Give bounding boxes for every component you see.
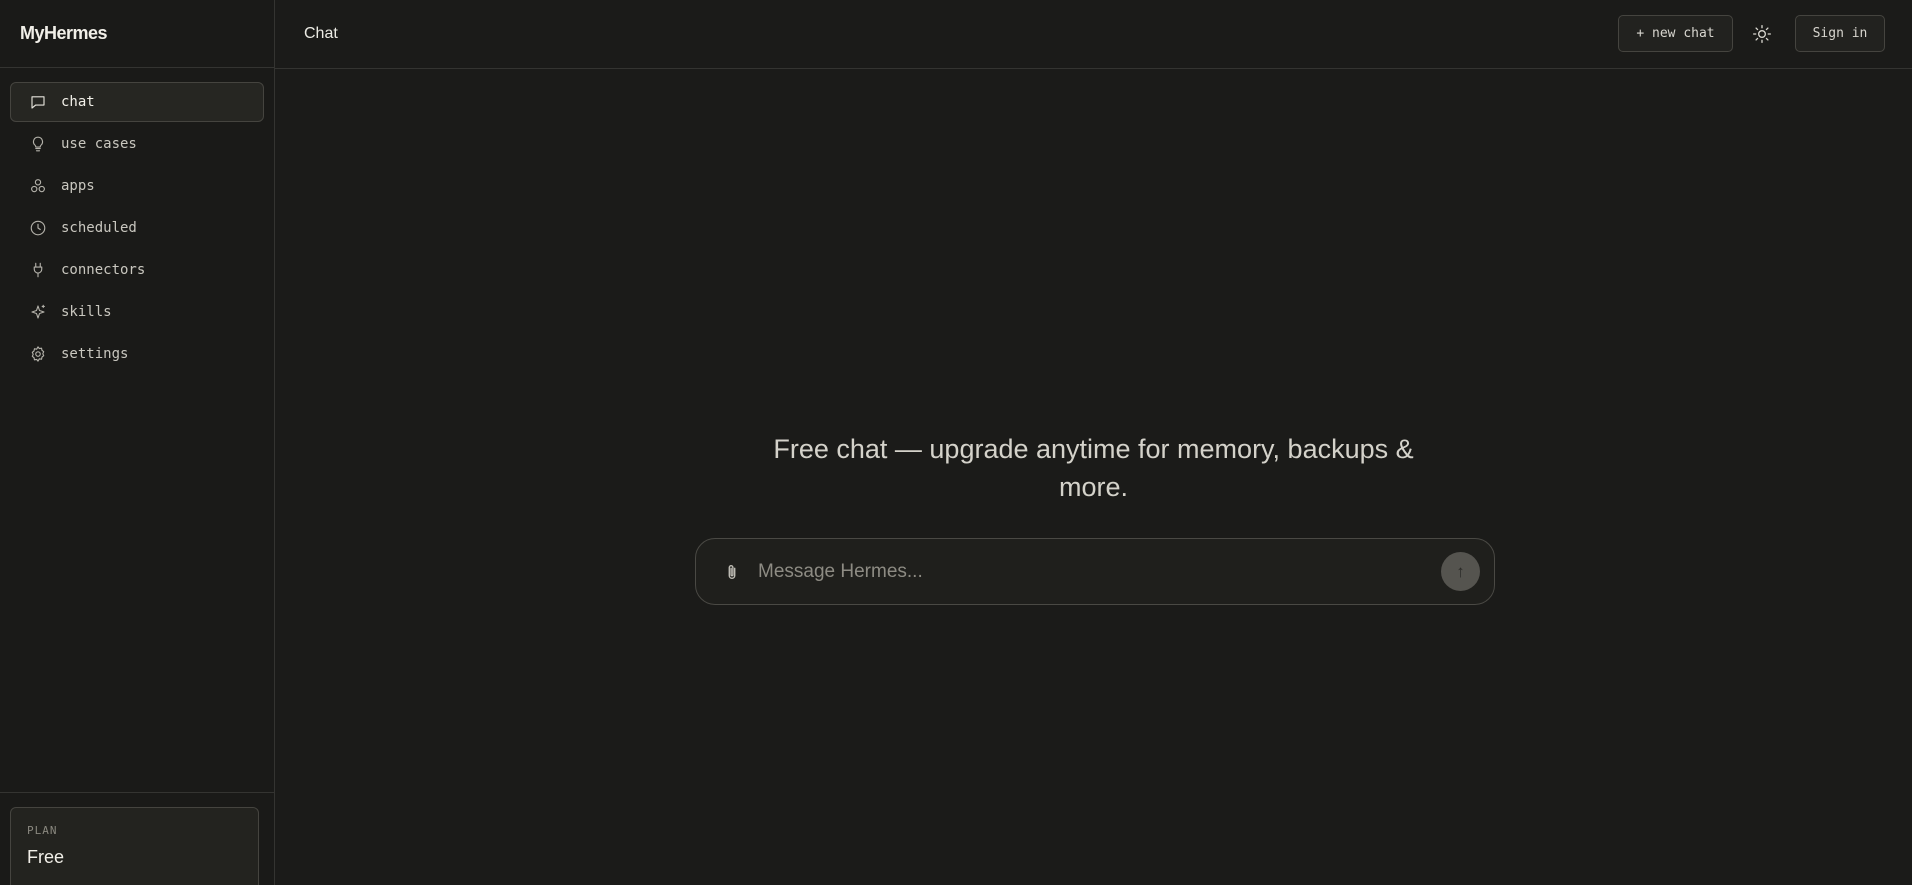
arrow-up-icon: ↑	[1456, 561, 1465, 581]
lightbulb-icon	[28, 134, 48, 154]
sidebar-nav: chat use cases apps scheduled connectors…	[0, 68, 274, 374]
top-actions: + new chat Sign in	[1618, 15, 1885, 52]
sign-in-button[interactable]: Sign in	[1795, 15, 1885, 52]
sidebar-item-settings[interactable]: settings	[10, 334, 264, 374]
sidebar-item-label: settings	[61, 346, 129, 362]
main-panel: Chat + new chat Sign in Free chat — upgr…	[275, 0, 1912, 885]
send-button[interactable]: ↑	[1441, 552, 1480, 591]
sidebar-item-scheduled[interactable]: scheduled	[10, 208, 264, 248]
new-chat-button[interactable]: + new chat	[1618, 15, 1733, 52]
sidebar-item-use-cases[interactable]: use cases	[10, 124, 264, 164]
hero: Free chat — upgrade anytime for memory, …	[275, 430, 1912, 506]
sidebar-item-skills[interactable]: skills	[10, 292, 264, 332]
hero-text: Free chat — upgrade anytime for memory, …	[773, 434, 1414, 502]
sparkle-icon	[28, 302, 48, 322]
app-root: MyHermes chat use cases apps scheduled c…	[0, 0, 1912, 885]
plug-icon	[28, 260, 48, 280]
sidebar-item-label: skills	[61, 304, 112, 320]
gear-icon	[28, 344, 48, 364]
sidebar-item-label: use cases	[61, 136, 137, 152]
brand-logo[interactable]: MyHermes	[0, 0, 274, 68]
sidebar-item-label: chat	[61, 94, 95, 110]
paperclip-icon[interactable]	[720, 560, 744, 584]
sidebar-item-chat[interactable]: chat	[10, 82, 264, 122]
plan-value: Free	[27, 847, 65, 867]
sidebar-item-label: scheduled	[61, 220, 137, 236]
page-title: Chat	[304, 25, 338, 42]
message-input[interactable]	[758, 551, 1441, 592]
plan-card[interactable]: PLAN Free	[10, 807, 259, 885]
message-square-icon	[28, 92, 48, 112]
clock-icon	[28, 218, 48, 238]
grid-circles-icon	[28, 176, 48, 196]
sidebar-footer: PLAN Free	[0, 792, 274, 885]
sidebar-item-connectors[interactable]: connectors	[10, 250, 264, 290]
plan-label: PLAN	[27, 824, 58, 837]
sidebar-item-apps[interactable]: apps	[10, 166, 264, 206]
sidebar-item-label: connectors	[61, 262, 146, 278]
top-bar: Chat + new chat Sign in	[275, 0, 1912, 69]
sidebar-item-label: apps	[61, 178, 95, 194]
sidebar: MyHermes chat use cases apps scheduled c…	[0, 0, 275, 885]
message-composer: ↑	[695, 538, 1495, 605]
sun-icon[interactable]	[1749, 21, 1775, 47]
